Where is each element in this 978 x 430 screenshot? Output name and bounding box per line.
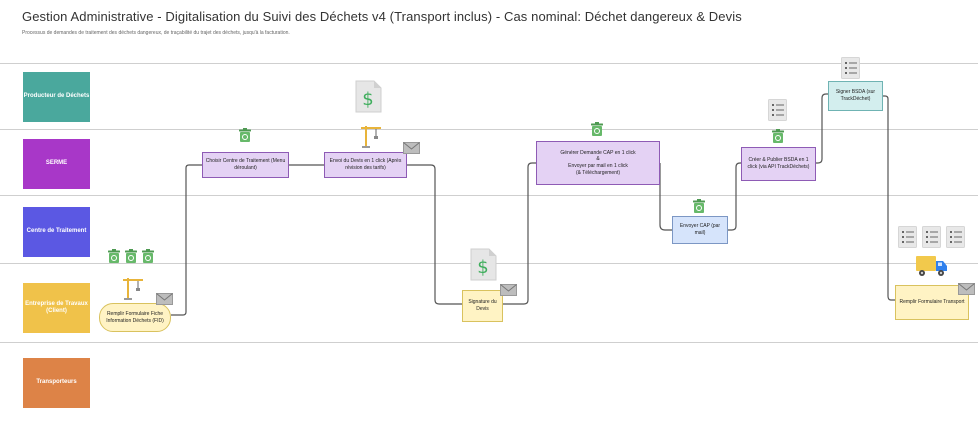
trash-icon <box>108 249 120 263</box>
mail-icon <box>156 293 173 305</box>
svg-text:$: $ <box>362 89 373 110</box>
list-document-icon <box>841 57 860 79</box>
dollar-document-icon: $ <box>470 248 497 281</box>
node-remplir-fid[interactable]: Remplir Formulaire Fiche Information Déc… <box>99 303 171 332</box>
truck-icon <box>916 256 947 276</box>
trash-icon <box>239 128 251 142</box>
crane-icon <box>123 278 143 300</box>
list-document-icon <box>898 226 917 248</box>
node-signature-devis[interactable]: Signature du Devis <box>462 290 503 322</box>
list-document-icon <box>922 226 941 248</box>
svg-text:$: $ <box>477 257 488 278</box>
crane-icon <box>361 126 381 148</box>
list-document-icon <box>768 99 787 121</box>
connector-lines <box>171 93 895 316</box>
trash-icon <box>125 249 137 263</box>
mail-icon <box>958 283 975 295</box>
node-envoyer-cap[interactable]: Envoyer CAP (par mail) <box>672 216 728 244</box>
mail-icon <box>500 284 517 296</box>
node-creer-bsda[interactable]: Créer & Publier BSDA en 1 click (via API… <box>741 147 816 181</box>
node-signer-bsda[interactable]: Signer BSDA (sur TrackDéchet) <box>828 81 883 111</box>
node-choisir-centre[interactable]: Choisir Centre de Traitement (Menu dérou… <box>202 152 289 178</box>
trash-icon <box>693 199 705 213</box>
trash-icon <box>772 129 784 143</box>
mail-icon <box>403 142 420 154</box>
dollar-document-icon: $ <box>355 80 382 113</box>
trash-icon <box>142 249 154 263</box>
node-envoi-devis[interactable]: Envoi du Devis en 1 click (Après révisio… <box>324 152 407 178</box>
trash-icon <box>591 122 603 136</box>
list-document-icon <box>946 226 965 248</box>
node-generer-cap[interactable]: Générer Demande CAP en 1 click & Envoyer… <box>536 141 660 185</box>
